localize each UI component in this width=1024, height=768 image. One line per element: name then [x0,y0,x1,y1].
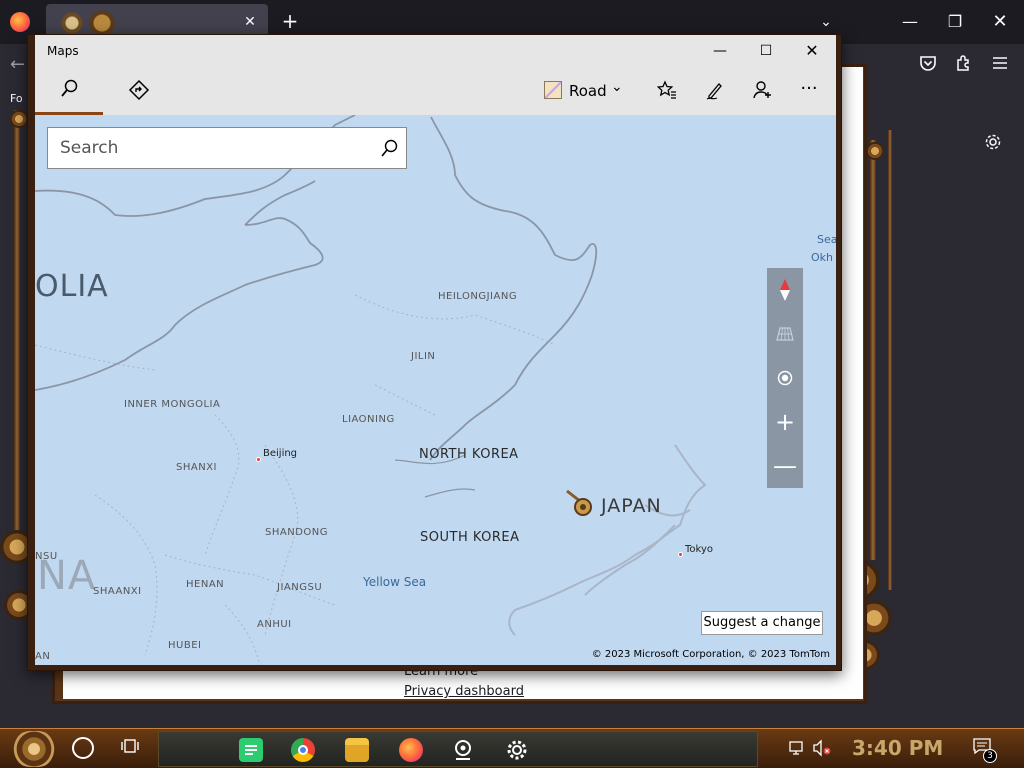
compass-icon[interactable] [767,268,803,312]
search-box [47,127,407,169]
privacy-dashboard-link[interactable]: Privacy dashboard [404,684,524,699]
map-label-shandong: SHANDONG [265,527,328,538]
task-view-icon[interactable] [118,737,142,761]
system-tray [784,737,844,761]
gear-decoration-icon [10,110,28,128]
map-label-heilongjiang: HEILONGJIANG [438,291,518,302]
browser-restore-button[interactable]: ❐ [943,10,967,34]
chevron-down-icon: ⌄ [611,79,623,95]
directions-icon [128,79,150,101]
browser-minimize-button[interactable]: — [898,10,922,34]
network-icon[interactable] [788,739,806,757]
account-icon[interactable] [751,80,775,104]
cortana-search-icon[interactable] [72,737,94,759]
zoom-out-button[interactable]: — [767,444,803,488]
pipe-decoration [888,130,892,590]
pipe-decoration [870,140,876,560]
search-icon[interactable] [378,138,400,160]
map-label-henan: HENAN [186,579,225,590]
city-marker[interactable] [678,552,683,557]
map-label-shaanxi: SHAANXI [93,586,142,597]
chat-app-icon[interactable] [239,738,263,762]
taskbar-apps [158,731,758,767]
map-label-north-korea: NORTH KOREA [419,447,519,462]
map-label-hubei: HUBEI [168,640,202,651]
browser-close-button[interactable]: ✕ [988,10,1012,34]
taskbar: 3:40 PM 3 [0,728,1024,768]
map-label-nsu: NSU [35,551,58,562]
firefox-icon[interactable] [10,12,30,32]
list-all-tabs-button[interactable]: ⌄ [816,10,836,34]
map-label-beijing[interactable]: Beijing [263,448,297,459]
map-label-tokyo[interactable]: Tokyo [685,544,713,555]
map-label-japan: JAPAN [601,495,662,517]
map-label-south-korea: SOUTH KOREA [420,530,520,545]
maps-maximize-button[interactable]: ☐ [751,41,781,61]
maps-app-icon[interactable] [451,738,475,762]
map-controls: + — [767,268,803,488]
map-canvas[interactable]: OLIA NA HEILONGJIANG JILIN INNER MONGOLI… [35,115,836,665]
map-label-liaoning: LIAONING [342,414,395,425]
window-title: Maps [47,44,79,58]
map-label-sea-okhotsk: Sea [817,233,836,246]
maps-title-bar[interactable]: Maps — ☐ ✕ [35,35,836,67]
road-map-icon [544,81,562,99]
search-icon [61,79,78,97]
map-borders [35,115,707,665]
extensions-icon[interactable] [953,54,975,76]
clock[interactable]: 3:40 PM [852,736,943,760]
maps-close-button[interactable]: ✕ [797,41,827,61]
directions-tab[interactable] [115,67,163,115]
volume-muted-icon[interactable] [812,739,832,757]
start-button[interactable] [12,731,56,767]
gear-decoration-icon [54,10,124,36]
zoom-in-button[interactable]: + [767,400,803,444]
pocket-icon[interactable] [917,54,939,76]
partial-page-text: Fo [10,92,23,105]
map-label-an: AN [35,651,51,662]
map-style-label: Road [569,82,607,100]
map-label-yellow-sea: Yellow Sea [363,575,427,589]
settings-gear-icon[interactable] [982,133,1004,155]
favorites-icon[interactable] [655,80,679,104]
back-button[interactable]: ← [10,54,25,75]
notification-badge: 3 [983,749,997,763]
steampunk-cursor-icon [566,489,592,516]
map-label-jiangsu: JIANGSU [277,582,323,593]
ink-pen-icon[interactable] [703,80,727,104]
map-style-dropdown[interactable]: Road ⌄ [541,77,631,105]
maps-window: Maps — ☐ ✕ Road ⌄ ··· OLIA NA HEILONGJIA… [27,34,842,671]
tab-close-button[interactable]: ✕ [240,12,260,32]
search-input[interactable] [48,128,368,168]
map-label-jilin: JILIN [411,351,436,362]
maps-minimize-button[interactable]: — [705,41,735,61]
search-tab[interactable] [35,67,103,115]
map-label-mongolia: OLIA [35,269,109,304]
map-label-anhui: ANHUI [257,619,292,630]
my-location-icon[interactable] [767,356,803,400]
tilt-3d-icon[interactable] [767,312,803,356]
pipe-decoration [14,110,20,530]
settings-icon[interactable] [505,738,529,762]
maps-toolbar: Road ⌄ ··· [35,67,836,115]
map-copyright: © 2023 Microsoft Corporation, © 2023 Tom… [591,649,830,660]
firefox-icon[interactable] [399,738,423,762]
hamburger-menu-icon[interactable] [989,54,1011,76]
chrome-icon[interactable] [291,738,315,762]
map-label-shanxi: SHANXI [176,462,217,473]
suggest-change-button[interactable]: Suggest a change [701,611,823,635]
map-label-sea-okhotsk: Okh [811,251,833,264]
gear-decoration-icon [866,142,884,160]
more-options-icon[interactable]: ··· [797,79,821,103]
file-explorer-icon[interactable] [345,738,369,762]
new-tab-button[interactable]: + [280,10,300,34]
map-label-inner-mongolia: INNER MONGOLIA [124,399,221,410]
city-marker[interactable] [256,457,261,462]
